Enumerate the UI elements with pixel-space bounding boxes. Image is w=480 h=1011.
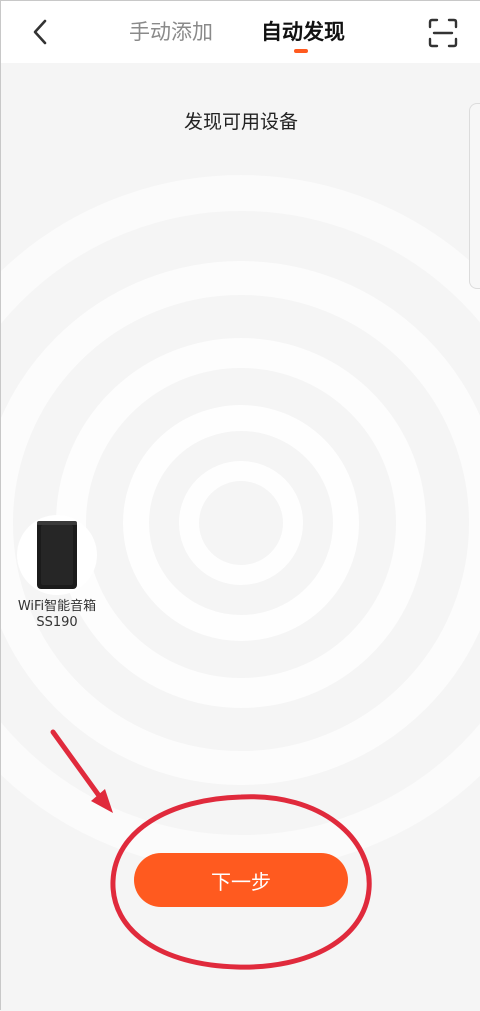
chevron-left-icon	[33, 19, 47, 45]
discover-title: 发现可用设备	[183, 111, 298, 133]
discovered-device[interactable]: WiFi智能音箱 SS190	[9, 515, 105, 631]
scan-button[interactable]	[427, 17, 459, 49]
tab-auto-discover[interactable]: 自动发现	[261, 17, 345, 47]
active-tab-indicator	[294, 49, 308, 53]
back-button[interactable]	[23, 15, 57, 49]
smart-speaker-icon	[37, 521, 77, 589]
scan-icon	[428, 18, 458, 48]
tab-manual-add[interactable]: 手动添加	[129, 17, 213, 47]
discovery-area: 发现可用设备 WiFi智能音箱 SS190 下一步	[1, 63, 480, 1011]
device-avatar	[17, 515, 97, 595]
next-step-button[interactable]: 下一步	[134, 853, 348, 907]
device-model: SS190	[36, 615, 78, 630]
device-name: WiFi智能音箱	[17, 599, 97, 614]
side-panel-handle[interactable]	[469, 103, 480, 289]
top-nav-bar: 手动添加 自动发现	[1, 1, 480, 63]
